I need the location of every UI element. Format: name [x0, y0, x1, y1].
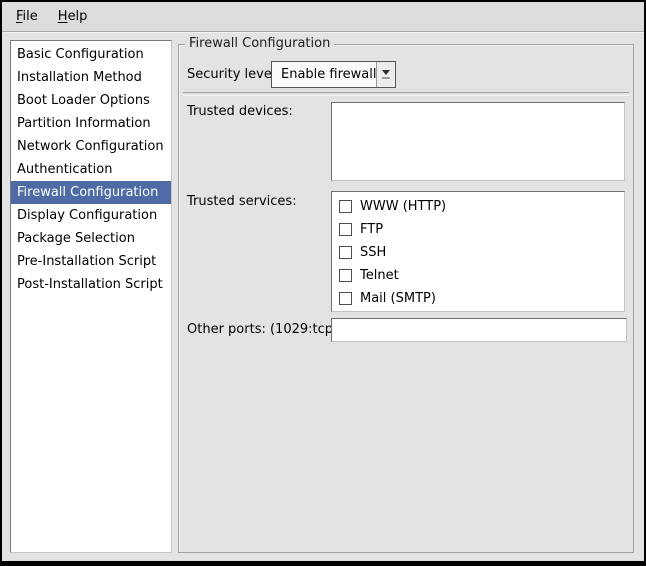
trusted-devices-label: Trusted devices:	[187, 104, 293, 119]
checkbox-label: SSH	[360, 245, 386, 260]
checkbox-www-http[interactable]	[339, 200, 352, 213]
menu-bar: File Help	[2, 2, 644, 32]
sidebar-item-installation-method[interactable]: Installation Method	[11, 66, 171, 89]
trusted-devices-list[interactable]	[331, 102, 625, 181]
menu-file[interactable]: File	[6, 4, 48, 29]
separator	[183, 92, 629, 96]
list-item: WWW (HTTP)	[332, 195, 624, 218]
checkbox-telnet[interactable]	[339, 269, 352, 282]
sidebar-item-firewall-configuration[interactable]: Firewall Configuration	[11, 181, 171, 204]
sidebar-item-post-installation-script[interactable]: Post-Installation Script	[11, 273, 171, 296]
menu-help[interactable]: Help	[48, 4, 98, 29]
sidebar-item-pre-installation-script[interactable]: Pre-Installation Script	[11, 250, 171, 273]
checkbox-label: Telnet	[360, 268, 399, 283]
checkbox-label: Mail (SMTP)	[360, 291, 436, 306]
kickstart-configurator-window: File Help Basic Configuration Installati…	[0, 0, 646, 566]
trusted-services-label: Trusted services:	[187, 194, 297, 209]
sidebar-item-partition-information[interactable]: Partition Information	[11, 112, 171, 135]
dropdown-arrow-icon[interactable]	[376, 62, 395, 87]
list-item: Telnet	[332, 264, 624, 287]
menu-help-label: H	[58, 9, 68, 24]
list-item: FTP	[332, 218, 624, 241]
checkbox-ftp[interactable]	[339, 223, 352, 236]
security-level-label: Security level:	[187, 61, 280, 88]
sidebar-item-boot-loader-options[interactable]: Boot Loader Options	[11, 89, 171, 112]
checkbox-label: WWW (HTTP)	[360, 199, 446, 214]
sidebar-item-network-configuration[interactable]: Network Configuration	[11, 135, 171, 158]
list-item: Mail (SMTP)	[332, 287, 624, 310]
other-ports-input[interactable]	[331, 318, 627, 342]
trusted-services-list: WWW (HTTP) FTP SSH Telnet Mail (SMTP)	[331, 191, 625, 312]
section-list: Basic Configuration Installation Method …	[10, 40, 172, 553]
sidebar-item-authentication[interactable]: Authentication	[11, 158, 171, 181]
frame-title: Firewall Configuration	[185, 36, 334, 51]
checkbox-mail-smtp[interactable]	[339, 292, 352, 305]
checkbox-label: FTP	[360, 222, 383, 237]
sidebar-item-package-selection[interactable]: Package Selection	[11, 227, 171, 250]
security-level-value: Enable firewall	[272, 62, 376, 87]
sidebar-item-basic-configuration[interactable]: Basic Configuration	[11, 43, 171, 66]
checkbox-ssh[interactable]	[339, 246, 352, 259]
security-level-select[interactable]: Enable firewall	[271, 61, 396, 88]
list-item: SSH	[332, 241, 624, 264]
firewall-configuration-frame: Firewall Configuration Security level: E…	[178, 44, 634, 553]
sidebar-item-display-configuration[interactable]: Display Configuration	[11, 204, 171, 227]
other-ports-label: Other ports: (1029:tcp)	[187, 318, 338, 342]
